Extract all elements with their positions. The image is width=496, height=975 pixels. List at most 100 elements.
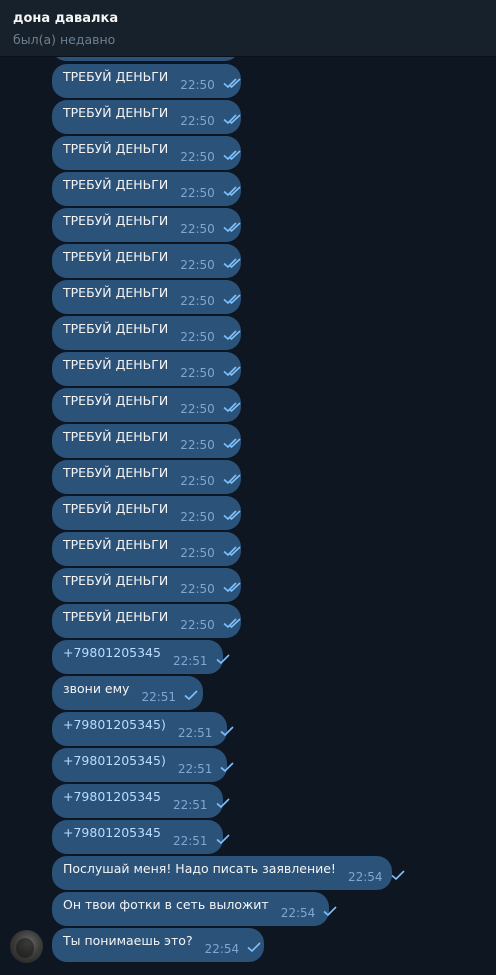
message-text: ТРЕБУЙ ДЕНЬГИ [63,573,169,588]
message-text: ТРЕБУЙ ДЕНЬГИ [63,321,169,336]
message-bubble[interactable]: Послушай меня! Надо писать заявление! 22:… [52,856,405,890]
contact-avatar[interactable] [10,930,43,963]
check-icon [220,726,235,738]
message-bubble[interactable]: ТРЕБУЙ ДЕНЬГИ 22:50 [52,424,241,458]
message-time: 22:50 [180,150,215,164]
check-icon [220,762,235,774]
message-text: ТРЕБУЙ ДЕНЬГИ [63,177,169,192]
message-time: 22:50 [180,186,215,200]
message-text: звони ему [63,681,130,696]
message-text: Ты понимаешь это? [63,933,193,948]
message-bubble[interactable]: ТРЕБУЙ ДЕНЬГИ 22:50 [52,244,241,278]
double-check-icon [223,474,241,486]
message-time: 22:50 [180,474,215,488]
message-bubble[interactable]: ТРЕБУЙ ДЕНЬГИ 22:50 [52,460,241,494]
message-list[interactable]: ТРЕБУЙ ДЕНЬГИ 22:50 ТРЕБУЙ ДЕНЬГИ 22:50 ТРЕБ… [0,57,496,975]
message-bubble[interactable]: +79801205345 22:51 [52,640,230,674]
phone-link[interactable]: +79801205345 [63,825,161,841]
message-bubble[interactable]: ТРЕБУЙ ДЕНЬГИ 22:50 [52,352,241,386]
message-time: 22:50 [180,402,215,416]
message-bubble[interactable]: ТРЕБУЙ ДЕНЬГИ 22:50 [52,208,241,242]
message-bubble[interactable]: +79801205345) 22:51 [52,748,235,782]
message-text: ТРЕБУЙ ДЕНЬГИ [63,249,169,264]
message-time: 22:51 [172,834,208,848]
check-icon [216,834,230,846]
message-bubble[interactable]: звони ему 22:51 [52,676,203,710]
message-time: 22:51 [177,726,213,740]
check-icon [391,870,405,882]
check-icon [216,798,230,810]
double-check-icon [223,258,241,270]
phone-link[interactable]: +79801205345 [63,789,161,805]
double-check-icon [223,366,241,378]
message-time: 22:54 [280,906,316,920]
message-time: 22:50 [180,294,215,308]
check-icon [323,906,337,918]
message-bubble[interactable]: +79801205345) 22:51 [52,712,235,746]
double-check-icon [223,294,241,306]
message-bubble[interactable]: ТРЕБУЙ ДЕНЬГИ 22:50 [52,64,241,98]
message-text: ТРЕБУЙ ДЕНЬГИ [63,537,169,552]
message-bubble[interactable]: +79801205345 22:51 [52,784,230,818]
message-time: 22:51 [172,654,208,668]
double-check-icon [223,150,241,162]
message-bubble[interactable]: ТРЕБУЙ ДЕНЬГИ 22:50 [52,100,241,134]
message-bubble[interactable]: ТРЕБУЙ ДЕНЬГИ 22:50 [52,172,241,206]
phone-link[interactable]: +79801205345 [63,645,161,661]
message-time: 22:50 [180,366,215,380]
message-text: ТРЕБУЙ ДЕНЬГИ [63,285,169,300]
double-check-icon [223,582,241,594]
message-text: Он твои фотки в сеть выложит [63,897,269,912]
message-text: ТРЕБУЙ ДЕНЬГИ [63,69,169,84]
message-time: 22:50 [180,330,215,344]
double-check-icon [223,546,241,558]
message-time: 22:50 [180,618,215,632]
message-time: 22:50 [180,78,215,92]
check-icon [184,690,202,702]
message-text: ТРЕБУЙ ДЕНЬГИ [63,465,169,480]
message-time: 22:50 [180,222,215,236]
message-bubble[interactable]: ТРЕБУЙ ДЕНЬГИ 22:50 [52,136,241,170]
message-text: ТРЕБУЙ ДЕНЬГИ [63,501,169,516]
message-time: 22:50 [180,114,215,128]
phone-link[interactable]: +79801205345) [63,753,166,769]
message-text: ТРЕБУЙ ДЕНЬГИ [63,213,169,228]
message-text: Послушай меня! Надо писать заявление! [63,861,336,876]
message-bubble-partial [52,57,239,61]
avatar-silhouette [16,938,34,958]
double-check-icon [223,330,241,342]
message-text: ТРЕБУЙ ДЕНЬГИ [63,141,169,156]
message-bubble[interactable]: ТРЕБУЙ ДЕНЬГИ 22:50 [52,496,241,530]
last-seen-status: был(а) недавно [13,32,116,47]
double-check-icon [223,438,241,450]
message-bubble[interactable]: Ты понимаешь это? 22:54 [52,928,264,962]
message-text: ТРЕБУЙ ДЕНЬГИ [63,357,169,372]
message-text: ТРЕБУЙ ДЕНЬГИ [63,105,169,120]
double-check-icon [223,222,241,234]
check-icon [247,942,264,954]
message-bubble[interactable]: ТРЕБУЙ ДЕНЬГИ 22:50 [52,388,241,422]
double-check-icon [223,78,241,90]
chat-header[interactable]: дона давалка был(а) недавно [0,0,496,57]
message-bubble[interactable]: ТРЕБУЙ ДЕНЬГИ 22:50 [52,568,241,602]
double-check-icon [223,402,241,414]
message-time: 22:51 [172,798,208,812]
message-bubble[interactable]: ТРЕБУЙ ДЕНЬГИ 22:50 [52,316,241,350]
message-bubble[interactable]: ТРЕБУЙ ДЕНЬГИ 22:50 [52,532,241,566]
message-time: 22:50 [180,258,215,272]
message-time: 22:51 [141,690,177,704]
message-bubble[interactable]: Он твои фотки в сеть выложит 22:54 [52,892,337,926]
message-bubble[interactable]: ТРЕБУЙ ДЕНЬГИ 22:50 [52,280,241,314]
message-text: ТРЕБУЙ ДЕНЬГИ [63,429,169,444]
double-check-icon [223,114,241,126]
message-time: 22:50 [180,582,215,596]
message-time: 22:51 [177,762,213,776]
chat-title[interactable]: дона давалка [13,10,496,27]
message-text: ТРЕБУЙ ДЕНЬГИ [63,393,169,408]
phone-link[interactable]: +79801205345) [63,717,166,733]
message-time: 22:50 [180,510,215,524]
message-bubble[interactable]: +79801205345 22:51 [52,820,230,854]
message-bubble[interactable]: ТРЕБУЙ ДЕНЬГИ 22:50 [52,604,241,638]
double-check-icon [223,510,241,522]
message-time: 22:54 [347,870,383,884]
